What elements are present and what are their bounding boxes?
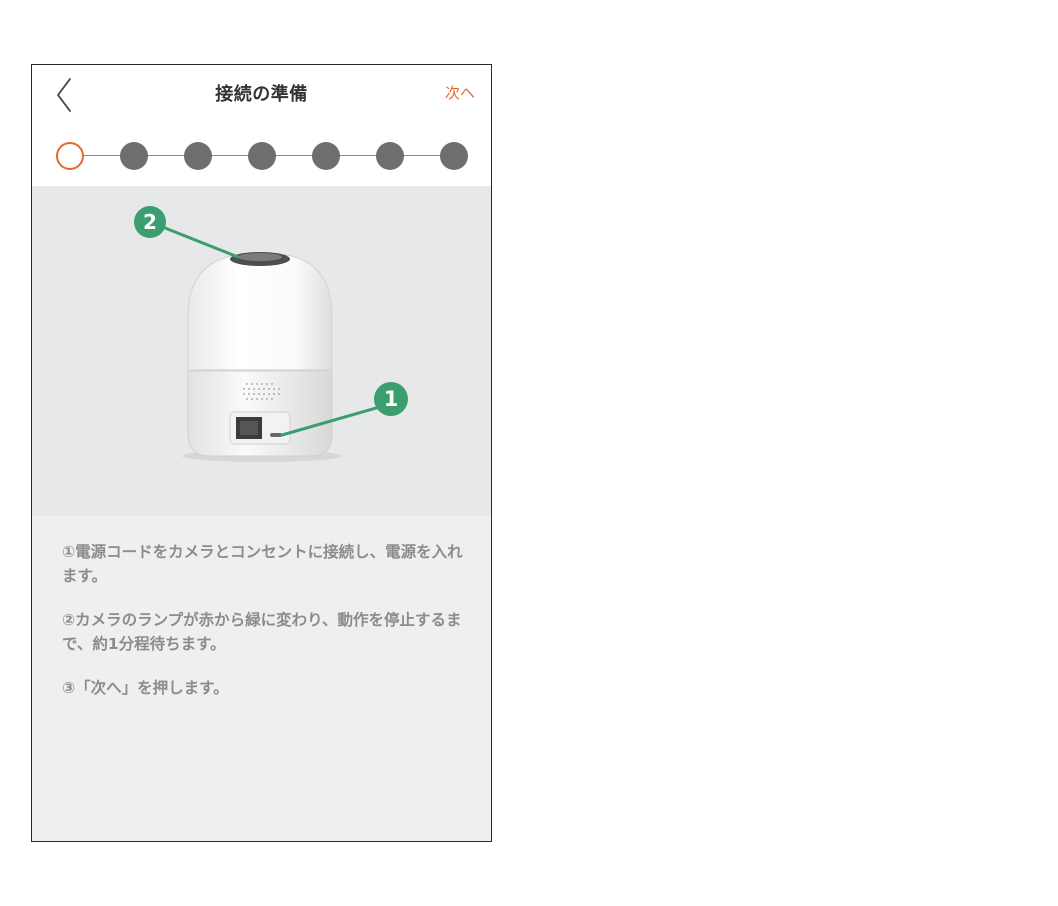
camera-image: [158, 224, 385, 462]
step-connector: [276, 155, 312, 156]
step-connector: [84, 155, 120, 156]
marker-badge-1: 1: [374, 382, 408, 416]
step-dot: [376, 142, 404, 170]
step-connector: [404, 155, 440, 156]
step-progress: [56, 140, 468, 172]
header: 接続の準備 次へ: [32, 65, 491, 186]
instruction-step-1: ①電源コードをカメラとコンセントに接続し、電源を入れます。: [62, 543, 463, 585]
page-title: 接続の準備: [215, 84, 308, 105]
step-connector: [212, 155, 248, 156]
app-screen: 接続の準備 次へ 2 1 ①電源コードをカメラとコンセントに接続し、電源を入れま…: [31, 64, 492, 842]
instruction-step-2: ②カメラのランプが赤から緑に変わり、動作を停止するまで、約1分程待ちます。: [62, 611, 462, 653]
step-dot: [440, 142, 468, 170]
camera-illustration: 2 1: [32, 186, 491, 516]
step-dot: [184, 142, 212, 170]
next-button[interactable]: 次へ: [445, 82, 475, 103]
step-connector: [148, 155, 184, 156]
step-dot: [120, 142, 148, 170]
marker-badge-2: 2: [134, 206, 166, 238]
instruction-list: ①電源コードをカメラとコンセントに接続し、電源を入れます。 ②カメラのランプが赤…: [62, 540, 467, 720]
step-dot: [312, 142, 340, 170]
step-dot: [248, 142, 276, 170]
step-connector: [340, 155, 376, 156]
instruction-step-3: ③「次へ」を押します。: [62, 679, 229, 697]
step-dot-current: [56, 142, 84, 170]
